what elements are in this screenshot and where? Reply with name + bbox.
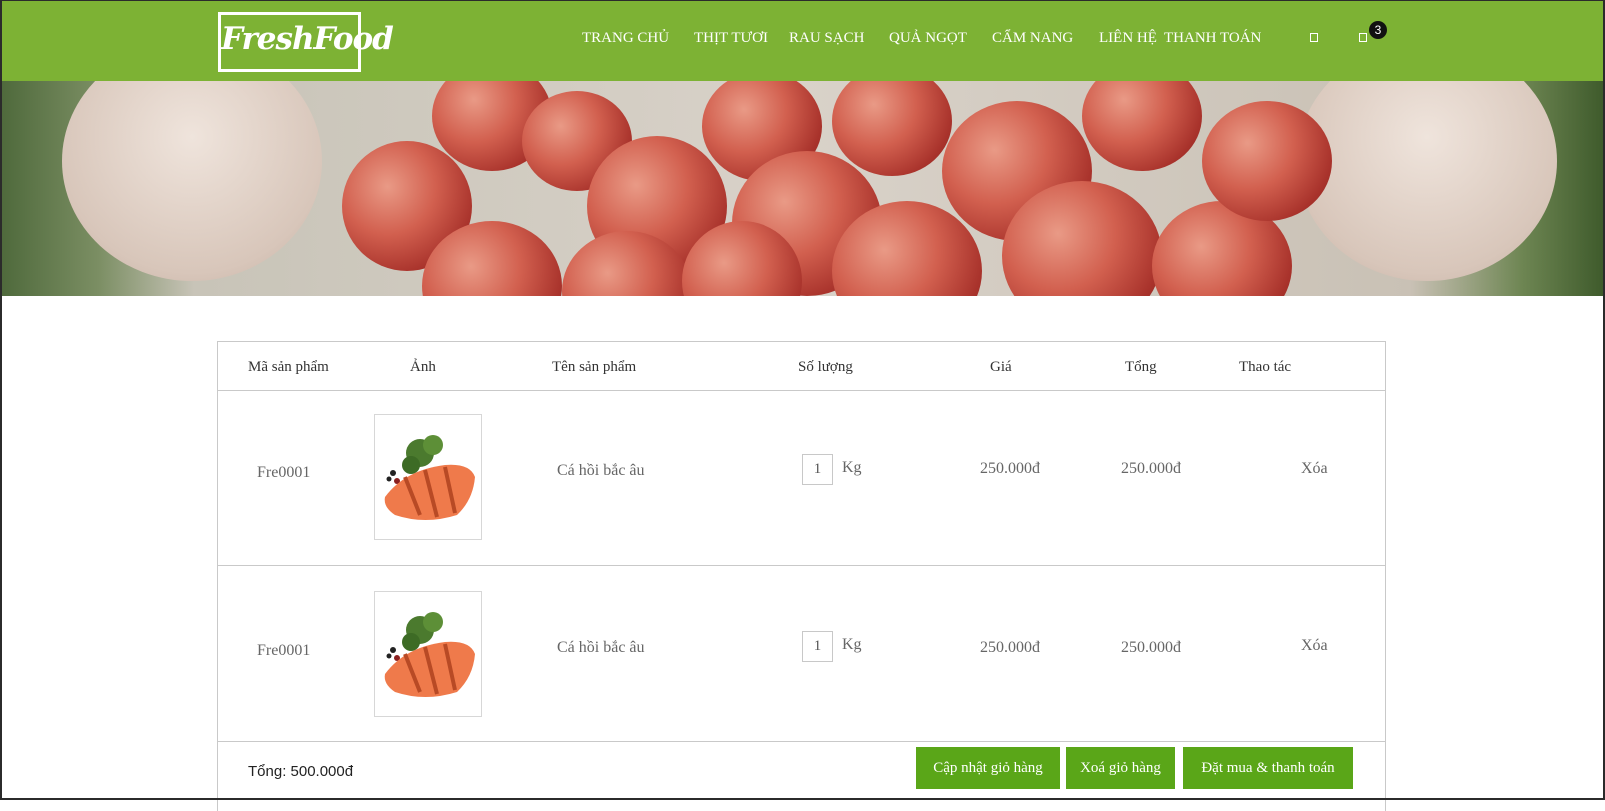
freshfood-logo[interactable]: FreshFood: [218, 12, 394, 72]
col-total: Tổng: [1125, 359, 1157, 375]
col-product-code: Mã sản phẩm: [248, 359, 329, 375]
nav-thanh-toan[interactable]: THANH TOÁN: [1164, 30, 1261, 47]
site-header: FreshFood TRANG CHỦ THỊT TƯƠI RAU SẠCH Q…: [2, 1, 1603, 81]
cart-count-badge: 3: [1369, 21, 1387, 39]
line-total: 250.000đ: [1121, 639, 1181, 656]
update-cart-button[interactable]: Cập nhật giỏ hàng: [916, 747, 1060, 789]
user-icon[interactable]: [1310, 33, 1318, 42]
quantity-input[interactable]: 1: [802, 631, 833, 662]
remove-item-link[interactable]: Xóa: [1301, 637, 1328, 655]
col-actions: Thao tác: [1239, 359, 1292, 375]
apple: [1202, 101, 1332, 221]
col-image: Ảnh: [410, 359, 436, 375]
nav-cam-nang[interactable]: CẨM NANG: [992, 30, 1073, 47]
salmon-thumbnail: [384, 435, 475, 520]
divider: [218, 565, 1385, 566]
nav-lien-he[interactable]: LIÊN HỆ: [1099, 30, 1157, 47]
product-code: Fre0001: [257, 642, 311, 659]
product-image-salmon[interactable]: [374, 591, 482, 717]
product-code: Fre0001: [257, 464, 311, 481]
product-image-salmon[interactable]: [374, 414, 482, 540]
right-hand: [1297, 81, 1557, 281]
checkout-button[interactable]: Đặt mua & thanh toán: [1183, 747, 1353, 789]
product-name[interactable]: Cá hồi bắc âu: [557, 639, 645, 657]
logo-text: FreshFood: [221, 21, 394, 57]
divider: [218, 390, 1385, 391]
hero-banner-apples: [2, 81, 1603, 296]
product-name[interactable]: Cá hồi bắc âu: [557, 462, 645, 480]
divider: [218, 741, 1385, 742]
clear-cart-button[interactable]: Xoá giỏ hàng: [1066, 747, 1175, 789]
quantity-input[interactable]: 1: [802, 454, 833, 485]
remove-item-link[interactable]: Xóa: [1301, 460, 1328, 478]
nav-qua-ngot[interactable]: QUẢ NGỌT: [889, 30, 967, 47]
col-quantity: Số lượng: [798, 359, 853, 375]
col-product-name: Tên sản phẩm: [552, 359, 637, 375]
cart-icon[interactable]: [1359, 33, 1367, 42]
nav-thit-tuoi[interactable]: THỊT TƯƠI: [694, 30, 768, 47]
cart-table: Mã sản phẩm Ảnh Tên sản phẩm Số lượng Gi…: [217, 341, 1386, 811]
nav-rau-sach[interactable]: RAU SẠCH: [789, 30, 864, 47]
left-hand: [62, 81, 322, 281]
quantity-unit: Kg: [842, 459, 862, 476]
salmon-thumbnail: [384, 612, 475, 697]
col-price: Giá: [990, 359, 1012, 375]
nav-trang-chu[interactable]: TRANG CHỦ: [582, 30, 669, 47]
cart-grand-total: Tổng: 500.000đ: [248, 763, 354, 780]
quantity-unit: Kg: [842, 636, 862, 653]
apple: [1082, 81, 1202, 171]
line-total: 250.000đ: [1121, 460, 1181, 477]
unit-price: 250.000đ: [980, 639, 1040, 656]
apple: [832, 81, 952, 176]
unit-price: 250.000đ: [980, 460, 1040, 477]
